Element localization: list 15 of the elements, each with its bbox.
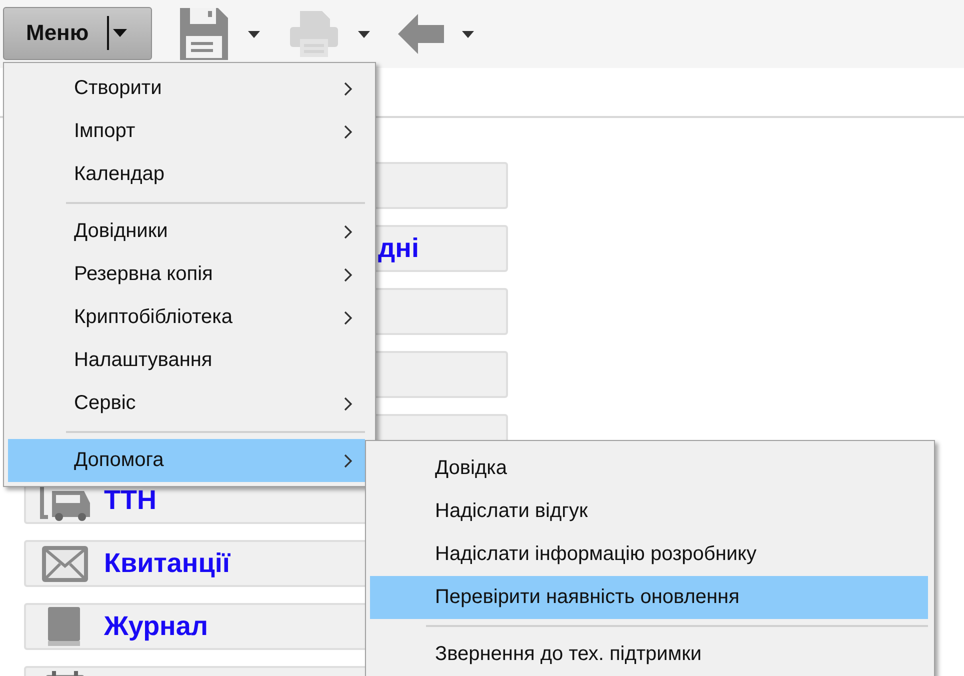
menu-item[interactable]: Сервіс [8,382,365,425]
sidebar-label: Квитанції [104,548,230,579]
menu-item[interactable]: Довідники [8,210,365,253]
sidebar-label: Журнал [104,611,208,642]
menu-item[interactable]: Резервна копія [8,253,365,296]
menu-item[interactable]: Налаштування [8,339,365,382]
sidebar-label: ТТН [104,485,156,516]
sidebar-label: дні [378,233,419,264]
menu-button[interactable]: Меню [3,6,152,60]
menu-item[interactable]: Імпорт [8,110,365,153]
menu-item[interactable]: Криптобібліотека [8,296,365,339]
menu-item[interactable]: Допомога [8,439,365,482]
menu-item[interactable]: Перевірити наявність оновлення [370,576,928,619]
menu-item[interactable]: Календар [8,153,365,196]
menu-item[interactable]: Створити [8,67,365,110]
